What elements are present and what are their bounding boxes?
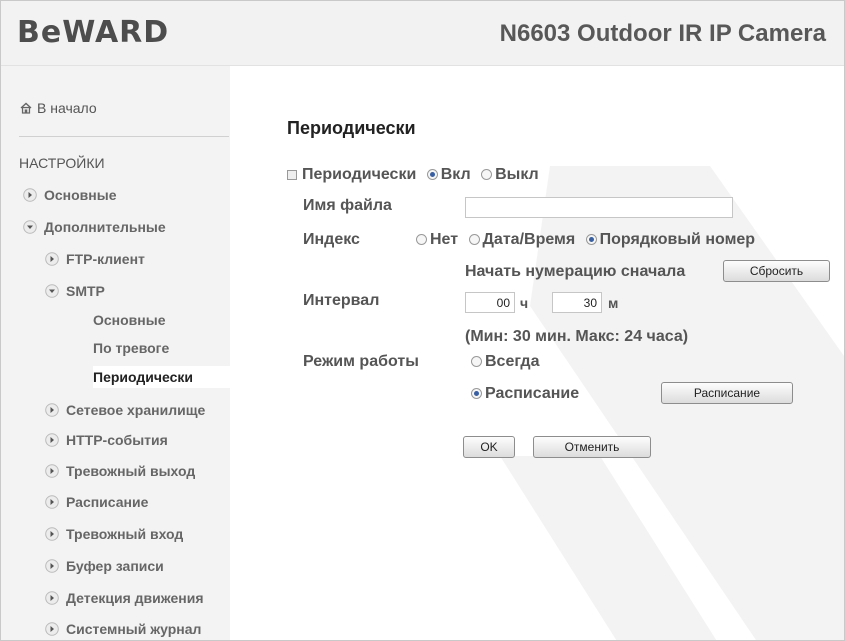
sidebar: В начало НАСТРОЙКИ Основные Дополнительн… xyxy=(1,66,230,640)
chevron-right-icon xyxy=(45,622,59,636)
chevron-right-icon xyxy=(45,464,59,478)
ok-button[interactable]: OK xyxy=(463,436,515,458)
mode-schedule-radio[interactable] xyxy=(471,388,482,400)
index-options: Нет Дата/Время Порядковый номер xyxy=(416,231,755,249)
mode-always-radio[interactable] xyxy=(471,356,482,368)
mode-always-label: Всегда xyxy=(485,353,540,370)
periodic-on-label: Вкл xyxy=(440,166,471,183)
periodic-enable-checkbox[interactable] xyxy=(287,169,297,180)
page-title: Периодически xyxy=(287,118,416,138)
filename-input[interactable] xyxy=(465,197,733,218)
sidebar-item-alarm-output[interactable]: Тревожный выход xyxy=(45,462,195,480)
home-icon xyxy=(20,102,32,114)
chevron-right-icon xyxy=(45,252,59,266)
cancel-button[interactable]: Отменить xyxy=(533,436,651,458)
sidebar-item-basic[interactable]: Основные xyxy=(23,186,117,204)
mode-always-option: Всегда xyxy=(471,353,539,371)
sidebar-item-smtp[interactable]: SMTP xyxy=(45,282,105,300)
sidebar-divider xyxy=(19,136,229,137)
sidebar-item-label: Дополнительные xyxy=(44,219,166,235)
index-none-label: Нет xyxy=(430,231,459,248)
periodic-on-radio[interactable] xyxy=(426,169,438,181)
sidebar-item-label: Основные xyxy=(44,187,117,203)
sidebar-item-label: HTTP-события xyxy=(66,432,168,448)
sidebar-item-nas[interactable]: Сетевое хранилище xyxy=(45,401,205,419)
header: BeWARD N6603 Outdoor IR IP Camera xyxy=(1,1,844,66)
periodic-off-radio[interactable] xyxy=(481,169,493,181)
mode-schedule-option: Расписание xyxy=(471,385,579,403)
sidebar-item-label: Системный журнал xyxy=(66,621,202,637)
sidebar-item-record-buffer[interactable]: Буфер записи xyxy=(45,557,164,575)
chevron-down-icon xyxy=(23,220,37,234)
sidebar-item-ftp[interactable]: FTP-клиент xyxy=(45,250,145,268)
interval-label: Интервал xyxy=(303,292,380,309)
index-datetime-radio[interactable] xyxy=(468,234,480,246)
main-content: Периодически Периодически Вкл Выкл Имя ф… xyxy=(230,66,844,640)
sidebar-item-advanced[interactable]: Дополнительные xyxy=(23,218,166,236)
index-serial-radio[interactable] xyxy=(585,234,597,246)
periodic-off-label: Выкл xyxy=(495,166,539,183)
sidebar-item-label: Детекция движения xyxy=(66,590,204,606)
minutes-unit: м xyxy=(608,295,619,311)
chevron-right-icon xyxy=(45,403,59,417)
sidebar-item-label: Расписание xyxy=(66,494,149,510)
reset-button[interactable]: Сбросить xyxy=(723,260,830,282)
mode-label: Режим работы xyxy=(303,353,419,370)
interval-hours-input[interactable] xyxy=(465,292,515,313)
hours-unit: ч xyxy=(520,295,529,311)
camera-model-title: N6603 Outdoor IR IP Camera xyxy=(499,20,826,47)
home-label: В начало xyxy=(37,100,97,116)
sidebar-item-label: Тревожный выход xyxy=(66,463,196,479)
sidebar-item-system-log[interactable]: Системный журнал xyxy=(45,620,201,638)
restart-numbering-label: Начать нумерацию сначала xyxy=(465,263,686,280)
sidebar-item-schedule[interactable]: Расписание xyxy=(45,493,148,511)
sidebar-item-label: Тревожный вход xyxy=(66,526,184,542)
sidebar-subitem-smtp-basic[interactable]: Основные xyxy=(93,312,166,328)
index-label: Индекс xyxy=(303,231,360,248)
schedule-button[interactable]: Расписание xyxy=(661,382,793,404)
sidebar-item-label: SMTP xyxy=(66,283,105,299)
chevron-right-icon xyxy=(23,188,37,202)
sidebar-item-alarm-input[interactable]: Тревожный вход xyxy=(45,525,183,543)
chevron-right-icon xyxy=(45,591,59,605)
sidebar-item-label: Сетевое хранилище xyxy=(66,402,206,418)
beward-logo: BeWARD xyxy=(17,15,170,50)
periodic-enable-label: Периодически xyxy=(302,166,417,183)
chevron-right-icon xyxy=(45,527,59,541)
periodic-enable-row: Периодически Вкл Выкл xyxy=(287,166,539,184)
interval-hint: (Мин: 30 мин. Макс: 24 часа) xyxy=(465,328,689,345)
sidebar-subitem-smtp-periodic[interactable]: Периодически xyxy=(93,366,230,388)
index-datetime-label: Дата/Время xyxy=(482,231,576,248)
sidebar-item-label: FTP-клиент xyxy=(66,251,145,267)
chevron-right-icon xyxy=(45,495,59,509)
sidebar-item-motion-detection[interactable]: Детекция движения xyxy=(45,589,204,607)
chevron-down-icon xyxy=(45,284,59,298)
chevron-right-icon xyxy=(45,433,59,447)
sidebar-subitem-smtp-alarm[interactable]: По тревоге xyxy=(93,340,169,356)
sidebar-item-http-events[interactable]: HTTP-события xyxy=(45,431,168,449)
home-link[interactable]: В начало xyxy=(19,100,97,116)
chevron-right-icon xyxy=(45,559,59,573)
interval-minutes-input[interactable] xyxy=(552,292,602,313)
mode-schedule-label: Расписание xyxy=(485,385,580,402)
settings-section-title: НАСТРОЙКИ xyxy=(19,155,105,171)
filename-label: Имя файла xyxy=(303,197,392,214)
index-serial-label: Порядковый номер xyxy=(599,231,756,248)
sidebar-item-label: Буфер записи xyxy=(66,558,164,574)
camera-web-ui: BeWARD N6603 Outdoor IR IP Camera В нача… xyxy=(0,0,845,641)
index-none-radio[interactable] xyxy=(416,234,427,246)
